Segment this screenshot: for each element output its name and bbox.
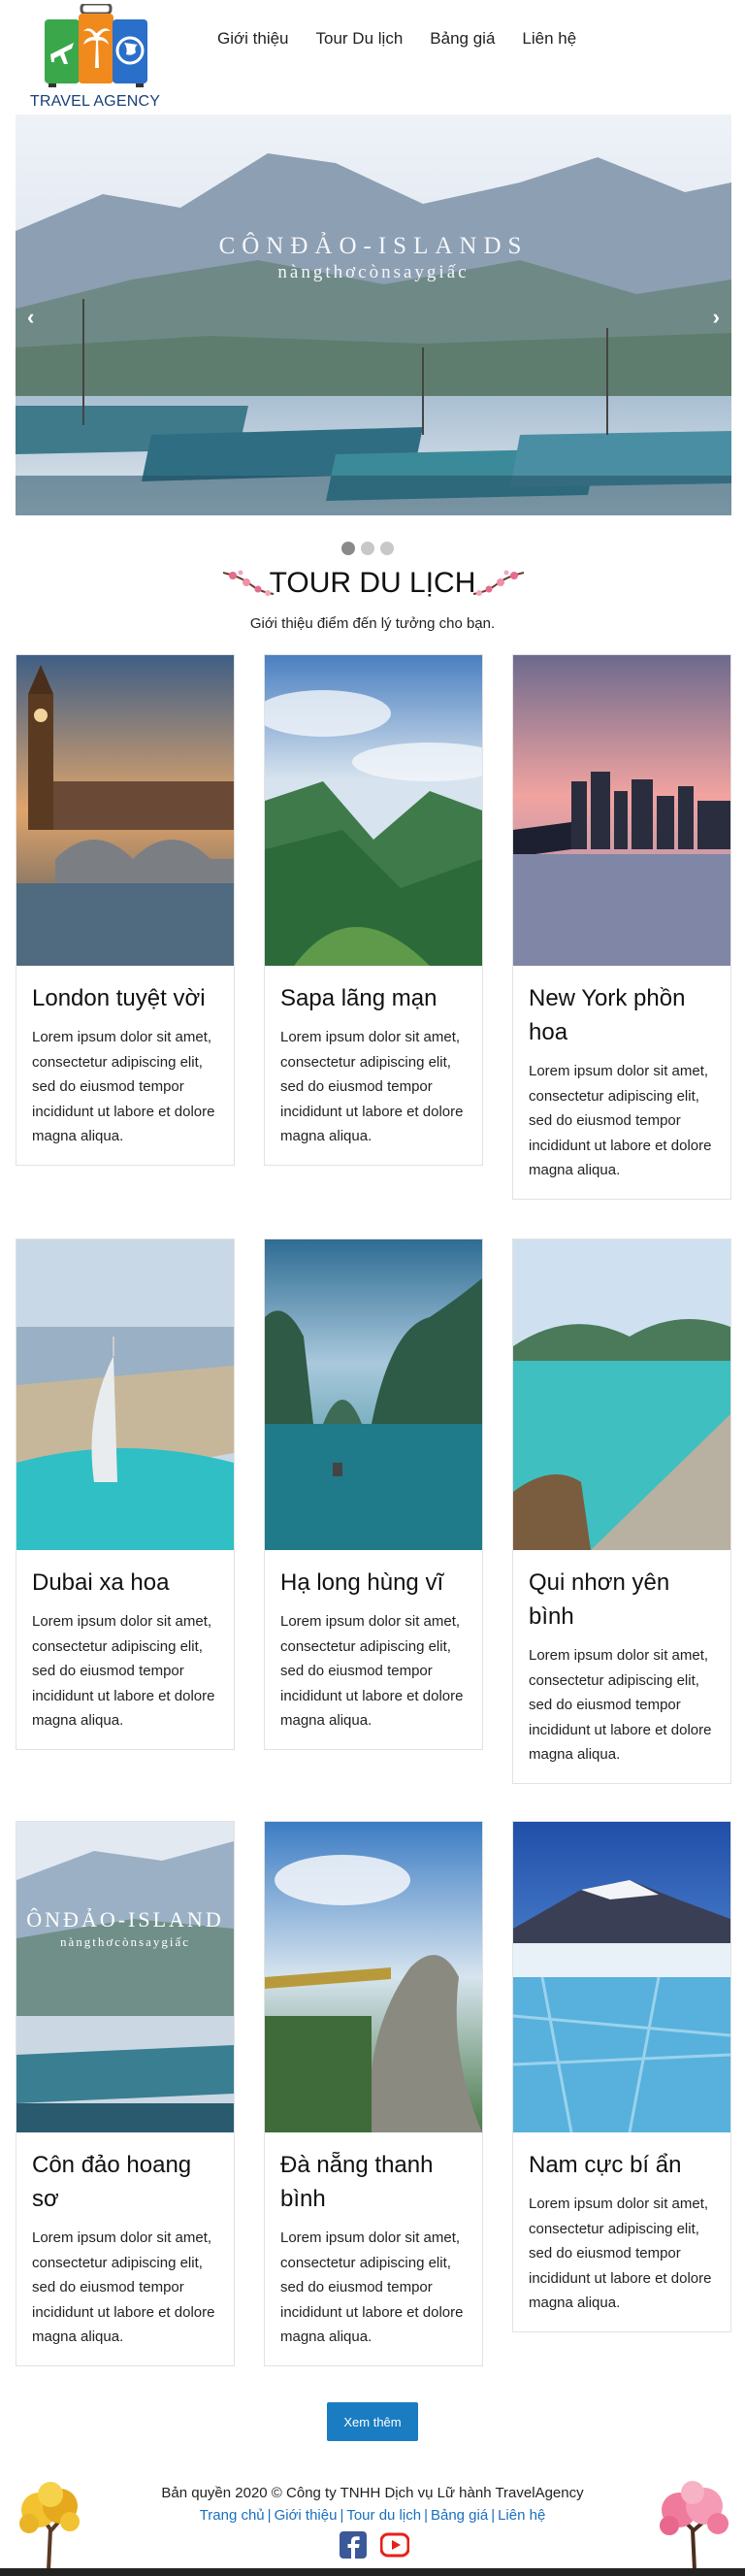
chevron-left-icon[interactable]: ‹ bbox=[27, 305, 34, 330]
carousel-dot[interactable] bbox=[361, 542, 374, 555]
footer-separator: | bbox=[340, 2507, 344, 2524]
tour-card-new-york[interactable]: New York phồn hoa Lorem ipsum dolor sit … bbox=[512, 654, 731, 1200]
tour-description: Lorem ipsum dolor sit amet, consectetur … bbox=[32, 1613, 215, 1729]
section-title: TOUR DU LỊCH bbox=[269, 567, 476, 599]
section-description: Giới thiệu điểm đến lý tưởng cho bạn. bbox=[249, 615, 496, 632]
tour-card-london[interactable]: London tuyệt vời Lorem ipsum dolor sit a… bbox=[16, 654, 235, 1166]
footer-link-lien-he[interactable]: Liên hệ bbox=[498, 2507, 545, 2524]
hero-carousel: CÔNĐẢO-ISLANDS nàngthơcònsaygiấc ‹ › bbox=[16, 115, 731, 515]
tour-title: Côn đảo hoang sơ bbox=[32, 2152, 192, 2212]
tour-description: Lorem ipsum dolor sit amet, consectetur … bbox=[529, 1647, 712, 1763]
tour-card-con-dao[interactable]: ÔNĐẢO-ISLAND nàngthơcònsaygiấc Côn đảo h… bbox=[16, 1821, 235, 2366]
tour-description: Lorem ipsum dolor sit amet, consectetur … bbox=[529, 1063, 712, 1178]
tour-title: Sapa lãng mạn bbox=[280, 985, 437, 1011]
footer-link-home[interactable]: Trang chủ bbox=[200, 2507, 265, 2524]
nav-item-bang-gia[interactable]: Bảng giá bbox=[416, 27, 508, 50]
tour-image-london bbox=[16, 655, 234, 966]
footer-separator: | bbox=[267, 2507, 272, 2524]
chevron-right-icon[interactable]: › bbox=[713, 305, 720, 330]
tour-image-con-dao: ÔNĐẢO-ISLAND nàngthơcònsaygiấc bbox=[16, 1822, 234, 2132]
tour-description: Lorem ipsum dolor sit amet, consectetur … bbox=[280, 1029, 464, 1144]
carousel-indicators bbox=[341, 542, 394, 555]
cherry-blossom-icon bbox=[222, 570, 275, 596]
footer-links: Trang chủ | Giới thiệu | Tour du lịch | Bảng g… bbox=[0, 2507, 745, 2524]
hero-subtitle: nàngthơcònsaygiấc bbox=[277, 262, 470, 282]
tour-description: Lorem ipsum dolor sit amet, consectetur … bbox=[280, 2229, 464, 2345]
tour-card-ha-long[interactable]: Hạ long hùng vĩ Lorem ipsum dolor sit am… bbox=[264, 1238, 483, 1750]
footer-link-tour-du-lich[interactable]: Tour du lịch bbox=[346, 2507, 421, 2524]
site-footer: Bản quyền 2020 © Công ty TNHH Dịch vụ Lữ… bbox=[0, 2481, 745, 2576]
logo-text: TRAVEL AGENCY bbox=[29, 93, 161, 110]
carousel-dot[interactable] bbox=[380, 542, 394, 555]
logo[interactable]: TRAVEL AGENCY bbox=[27, 4, 163, 113]
footer-separator: | bbox=[424, 2507, 428, 2524]
tour-image-new-york bbox=[513, 655, 730, 966]
footer-separator: | bbox=[491, 2507, 496, 2524]
site-header: TRAVEL AGENCY Giới thiệu Tour Du lịch Bả… bbox=[0, 0, 745, 115]
facebook-icon[interactable] bbox=[340, 2531, 367, 2559]
copyright-text: Bản quyền 2020 © Công ty TNHH Dịch vụ Lữ… bbox=[161, 2485, 584, 2501]
tour-title: Dubai xa hoa bbox=[32, 1569, 170, 1596]
tour-title: London tuyệt vời bbox=[32, 985, 206, 1011]
tour-title: Qui nhơn yên bình bbox=[529, 1569, 670, 1630]
footer-link-gioi-thieu[interactable]: Giới thiệu bbox=[275, 2507, 338, 2524]
youtube-icon[interactable] bbox=[380, 2531, 409, 2559]
view-more-button[interactable]: Xem thêm bbox=[327, 2402, 418, 2441]
tour-title: New York phồn hoa bbox=[529, 985, 686, 1045]
tour-title: Nam cực bí ẩn bbox=[529, 2152, 682, 2178]
thumb-subtitle: nàngthơcònsaygiấc bbox=[59, 1934, 190, 1949]
tour-card-nam-cuc[interactable]: Nam cực bí ẩn Lorem ipsum dolor sit amet… bbox=[512, 1821, 731, 2332]
main-nav: Giới thiệu Tour Du lịch Bảng giá Liên hệ bbox=[204, 27, 590, 50]
tour-description: Lorem ipsum dolor sit amet, consectetur … bbox=[280, 1613, 464, 1729]
tour-image-ha-long bbox=[265, 1239, 482, 1550]
luggage-logo-icon bbox=[45, 4, 147, 87]
tour-card-da-nang[interactable]: Đà nẵng thanh bình Lorem ipsum dolor sit… bbox=[264, 1821, 483, 2366]
section-heading: TOUR DU LỊCH bbox=[0, 561, 745, 606]
nav-item-tour-du-lich[interactable]: Tour Du lịch bbox=[303, 27, 417, 50]
hero-title: CÔNĐẢO-ISLANDS bbox=[218, 233, 529, 259]
tour-description: Lorem ipsum dolor sit amet, consectetur … bbox=[32, 1029, 215, 1144]
thumb-title: ÔNĐẢO-ISLAND bbox=[26, 1907, 224, 1932]
nav-item-lien-he[interactable]: Liên hệ bbox=[508, 27, 590, 50]
social-links bbox=[340, 2531, 409, 2559]
nav-item-gioi-thieu[interactable]: Giới thiệu bbox=[204, 27, 303, 50]
tour-card-dubai[interactable]: Dubai xa hoa Lorem ipsum dolor sit amet,… bbox=[16, 1238, 235, 1750]
footer-link-bang-gia[interactable]: Bảng giá bbox=[431, 2507, 488, 2524]
tour-image-qui-nhon bbox=[513, 1239, 730, 1550]
cherry-blossom-icon bbox=[472, 570, 525, 596]
bottom-bar bbox=[0, 2568, 745, 2576]
tour-card-sapa[interactable]: Sapa lãng mạn Lorem ipsum dolor sit amet… bbox=[264, 654, 483, 1166]
hero-image-con-dao bbox=[16, 115, 731, 515]
tour-image-sapa bbox=[265, 655, 482, 966]
tour-image-dubai bbox=[16, 1239, 234, 1550]
tour-title: Hạ long hùng vĩ bbox=[280, 1569, 444, 1596]
tour-image-nam-cuc bbox=[513, 1822, 730, 2132]
tour-description: Lorem ipsum dolor sit amet, consectetur … bbox=[32, 2229, 215, 2345]
tour-card-qui-nhon[interactable]: Qui nhơn yên bình Lorem ipsum dolor sit … bbox=[512, 1238, 731, 1784]
carousel-dot[interactable] bbox=[341, 542, 355, 555]
tour-image-da-nang bbox=[265, 1822, 482, 2132]
pink-tree-icon bbox=[660, 2481, 729, 2570]
tour-title: Đà nẵng thanh bình bbox=[280, 2152, 434, 2212]
tour-description: Lorem ipsum dolor sit amet, consectetur … bbox=[529, 2196, 712, 2311]
